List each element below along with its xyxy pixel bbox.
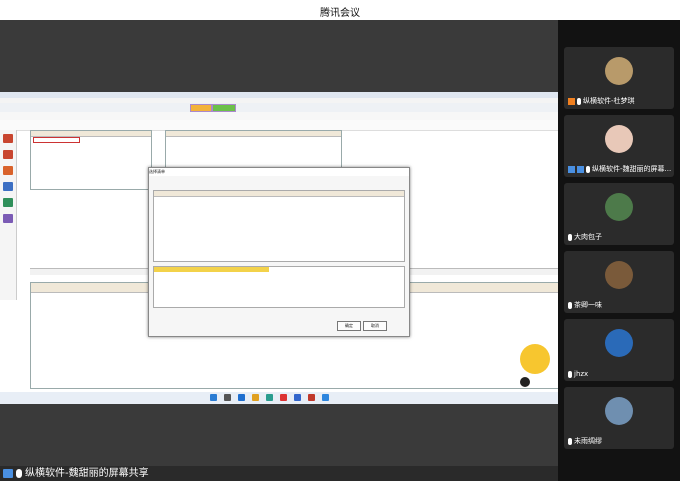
- nav-icon-4: [3, 182, 13, 191]
- participant-name: jhzx: [574, 370, 589, 378]
- avatar: [605, 125, 633, 153]
- app-toolbar: [0, 103, 558, 112]
- participant-name: 大肉包子: [574, 233, 602, 241]
- taskbar-app-icon-5: [308, 394, 315, 401]
- participant-tile[interactable]: 大肉包子: [564, 183, 674, 245]
- screen-share-bar: 纵横软件-魏甜丽的屏幕共享: [0, 466, 558, 481]
- mic-icon: [577, 97, 581, 105]
- meeting-title-bar: 腾讯会议: [0, 0, 680, 20]
- start-icon: [210, 394, 217, 401]
- dialog-detail-grid[interactable]: [153, 266, 405, 308]
- taskbar-app-icon-1: [238, 394, 245, 401]
- app-left-nav: [0, 130, 17, 300]
- avatar: [605, 57, 633, 85]
- windows-taskbar: [0, 392, 558, 404]
- participant-tile[interactable]: jhzx: [564, 319, 674, 381]
- avatar: [605, 329, 633, 357]
- dialog-tree-grid[interactable]: [153, 190, 405, 262]
- project-grid: [30, 130, 152, 190]
- mic-icon: [568, 301, 572, 309]
- participant-tile[interactable]: 纵横软件-魏甜丽的屏幕...: [564, 115, 674, 177]
- nav-icon-3: [3, 166, 13, 175]
- nav-icon-6: [3, 214, 13, 223]
- screen-share-icon: [577, 165, 584, 173]
- select-bill-dialog: 选择清单 确定 取消: [148, 167, 410, 337]
- screen-share-label: 纵横软件-魏甜丽的屏幕共享: [25, 468, 149, 479]
- mic-icon: [16, 468, 22, 478]
- toolbar-highlight-button: [190, 104, 212, 112]
- ok-button[interactable]: 确定: [337, 321, 361, 331]
- mic-icon: [568, 233, 572, 241]
- mic-icon: [568, 437, 572, 445]
- toolbar-green-button: [212, 104, 236, 112]
- taskbar-folder-icon: [252, 394, 259, 401]
- nav-icon-2: [3, 150, 13, 159]
- host-badge-icon: [568, 97, 575, 105]
- taskbar-search-icon: [224, 394, 231, 401]
- mic-icon: [586, 165, 590, 173]
- taskbar-app-icon-4: [294, 394, 301, 401]
- taskbar-app-icon-3: [280, 394, 287, 401]
- participant-tile[interactable]: 纵横软件-杜梦琪: [564, 47, 674, 109]
- nav-icon-1: [3, 134, 13, 143]
- share-top-margin: [0, 20, 558, 92]
- dialog-title: 选择清单: [149, 168, 409, 176]
- participant-name: 茶卿一味: [574, 301, 602, 309]
- participant-name: 未雨绸缪: [574, 437, 602, 445]
- cancel-button[interactable]: 取消: [363, 321, 387, 331]
- participant-tile[interactable]: 未雨绸缪: [564, 387, 674, 449]
- participant-sidebar: 纵横软件-杜梦琪 纵横软件-魏甜丽的屏幕... 大肉包子 茶卿一味 jhzx 未…: [558, 20, 680, 481]
- window-title: 腾讯会议: [320, 8, 360, 19]
- participant-tile[interactable]: 茶卿一味: [564, 251, 674, 313]
- shared-screen: 选择清单 确定 取消: [0, 92, 558, 404]
- participant-name: 纵横软件-魏甜丽的屏幕...: [592, 165, 672, 173]
- screen-share-icon: [3, 468, 13, 478]
- cohost-badge-icon: [568, 165, 575, 173]
- avatar: [605, 397, 633, 425]
- avatar: [605, 261, 633, 289]
- taskbar-app-icon-2: [266, 394, 273, 401]
- avatar: [605, 193, 633, 221]
- sun-sticker-icon: [520, 344, 550, 374]
- nav-icon-5: [3, 198, 13, 207]
- ball-sticker-icon: [520, 377, 530, 387]
- participant-name: 纵横软件-杜梦琪: [583, 97, 635, 105]
- mic-icon: [568, 370, 572, 378]
- taskbar-app-icon-6: [322, 394, 329, 401]
